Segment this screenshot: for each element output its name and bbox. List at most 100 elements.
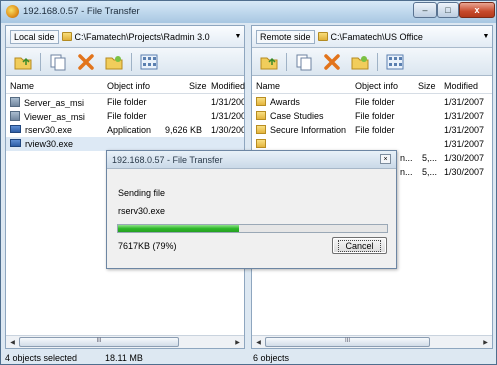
- window-title: 192.168.0.57 - File Transfer: [23, 6, 140, 17]
- file-modified: 1/30/2007: [444, 153, 485, 163]
- remote-path-bar[interactable]: Remote side C:\Famatech\US Office ▼: [252, 26, 492, 48]
- file-name: Case Studies: [270, 111, 324, 121]
- file-name: Server_as_msi: [24, 98, 85, 108]
- folder-icon: [317, 32, 328, 41]
- file-name: Viewer_as_msi: [24, 112, 85, 122]
- new-folder-button[interactable]: [103, 51, 125, 73]
- file-modified: 1/30/200: [211, 125, 244, 135]
- table-row[interactable]: rview30.exe: [6, 137, 244, 151]
- remote-column-header: Name Object info Size Modified: [252, 79, 492, 94]
- title-bar[interactable]: 192.168.0.57 - File Transfer – □ x: [1, 1, 496, 23]
- local-path-bar[interactable]: Local side C:\Famatech\Projects\Radmin 3…: [6, 26, 244, 48]
- copy-button[interactable]: [47, 51, 69, 73]
- folder-up-button[interactable]: [258, 51, 280, 73]
- folder-up-icon: [260, 57, 278, 69]
- table-row[interactable]: Case Studies File folder 1/31/2007: [252, 109, 492, 123]
- radmin-app-icon: [6, 5, 19, 18]
- folder-up-icon: [14, 57, 32, 69]
- local-status-bar: 4 objects selected 18.11 MB: [1, 351, 251, 365]
- table-row[interactable]: Server_as_msi File folder 1/31/200: [6, 95, 244, 109]
- column-name[interactable]: Name: [256, 81, 280, 91]
- scroll-right-icon[interactable]: ▶: [480, 337, 491, 347]
- column-size[interactable]: Size: [189, 81, 207, 91]
- scroll-left-icon[interactable]: ◀: [7, 337, 18, 347]
- folder-icon: [256, 111, 266, 120]
- file-modified: 1/31/2007: [444, 139, 485, 149]
- grid-view-icon: [140, 54, 158, 69]
- column-modified[interactable]: Modified: [211, 81, 245, 91]
- exe-icon: [10, 125, 21, 133]
- dialog-file-name: rserv30.exe: [118, 206, 166, 216]
- copy-button[interactable]: [293, 51, 315, 73]
- scroll-left-icon[interactable]: ◀: [253, 337, 264, 347]
- file-size: 5,...: [422, 167, 438, 177]
- status-object-count: 6 objects: [253, 353, 290, 363]
- cancel-button[interactable]: Cancel: [332, 237, 387, 254]
- file-modified: 1/30/2007: [444, 167, 485, 177]
- local-file-list: Server_as_msi File folder 1/31/200 Viewe…: [6, 95, 244, 151]
- file-modified: 1/31/200: [211, 97, 244, 107]
- chevron-down-icon[interactable]: ▼: [232, 33, 244, 40]
- dialog-close-button[interactable]: ×: [380, 154, 391, 164]
- new-folder-icon: [351, 55, 369, 69]
- toolbar-divider: [286, 52, 287, 71]
- remote-side-label: Remote side: [256, 29, 315, 44]
- file-info: File folder: [355, 97, 395, 107]
- column-modified[interactable]: Modified: [444, 81, 478, 91]
- delete-button[interactable]: [321, 51, 343, 73]
- file-info: File folder: [355, 125, 395, 135]
- file-name: Secure Information: [270, 125, 347, 135]
- maximize-button[interactable]: □: [437, 2, 459, 18]
- local-horizontal-scrollbar[interactable]: ◀ III ▶: [6, 335, 244, 348]
- folder-package-icon: [10, 97, 20, 107]
- folder-icon: [256, 97, 266, 106]
- delete-button[interactable]: [75, 51, 97, 73]
- local-side-label: Local side: [10, 29, 59, 44]
- chevron-down-icon[interactable]: ▼: [480, 33, 492, 40]
- table-row[interactable]: 1/31/2007: [252, 137, 492, 151]
- file-modified: 1/31/2007: [444, 97, 485, 107]
- file-name: rserv30.exe: [25, 125, 73, 135]
- status-selected-size: 18.11 MB: [105, 353, 143, 363]
- folder-up-button[interactable]: [12, 51, 34, 73]
- dialog-title-bar[interactable]: 192.168.0.57 - File Transfer ×: [107, 151, 396, 169]
- column-object-info[interactable]: Object info: [107, 81, 150, 91]
- table-row[interactable]: Awards File folder 1/31/2007: [252, 95, 492, 109]
- view-mode-button[interactable]: [138, 51, 160, 73]
- folder-icon: [256, 139, 266, 148]
- table-row[interactable]: rserv30.exe Application 9,626 KB 1/30/20…: [6, 123, 244, 137]
- minimize-button[interactable]: –: [413, 2, 437, 18]
- progress-fill: [118, 225, 240, 232]
- column-object-info[interactable]: Object info: [355, 81, 398, 91]
- folder-package-icon: [10, 111, 20, 121]
- folder-icon: [256, 125, 266, 134]
- scroll-right-icon[interactable]: ▶: [232, 337, 243, 347]
- delete-icon: [324, 53, 340, 70]
- transfer-progress-dialog: 192.168.0.57 - File Transfer × Sending f…: [106, 150, 397, 269]
- table-row[interactable]: Secure Information File folder 1/31/2007: [252, 123, 492, 137]
- remote-horizontal-scrollbar[interactable]: ◀ III ▶: [252, 335, 492, 348]
- dialog-title: 192.168.0.57 - File Transfer: [112, 155, 223, 165]
- exe-icon: [10, 139, 21, 147]
- toolbar-divider: [131, 52, 132, 71]
- column-size[interactable]: Size: [418, 81, 436, 91]
- file-size: 9,626 KB: [165, 125, 203, 135]
- new-folder-button[interactable]: [349, 51, 371, 73]
- remote-status-bar: 6 objects: [251, 351, 496, 365]
- local-path-text: C:\Famatech\Projects\Radmin 3.0: [74, 31, 210, 42]
- local-toolbar: [6, 48, 244, 76]
- file-modified: 1/31/2007: [444, 111, 485, 121]
- copy-icon: [296, 54, 312, 70]
- cancel-button-label: Cancel: [338, 239, 381, 252]
- file-name: rview30.exe: [25, 139, 74, 149]
- close-button[interactable]: x: [459, 2, 495, 18]
- transfer-progress-bar: [117, 224, 388, 233]
- copy-icon: [50, 54, 66, 70]
- view-mode-button[interactable]: [384, 51, 406, 73]
- file-info: File folder: [107, 111, 147, 121]
- table-row[interactable]: Viewer_as_msi File folder 1/31/200: [6, 109, 244, 123]
- scrollbar-thumb[interactable]: III: [19, 337, 179, 347]
- column-name[interactable]: Name: [10, 81, 34, 91]
- scrollbar-thumb[interactable]: III: [265, 337, 430, 347]
- folder-icon: [61, 32, 72, 41]
